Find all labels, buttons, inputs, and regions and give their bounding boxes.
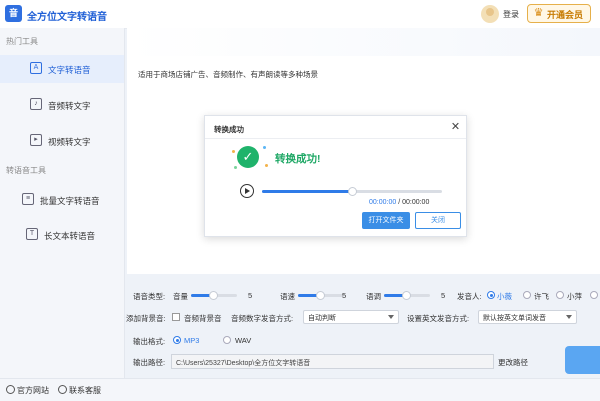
english-mode-value: 默认按英文单词发音	[483, 315, 546, 322]
usage-hint: 适用于商场店铺广告、音频制作、有声朗读等多种场景	[138, 70, 318, 79]
pitch-slider[interactable]	[384, 291, 430, 300]
section-title-tts-tools: 转语音工具	[6, 166, 46, 175]
format-label: 输出格式:	[133, 337, 166, 346]
crown-icon: ♛	[533, 7, 544, 19]
time-current: 00:00:00	[369, 199, 397, 206]
start-convert-button[interactable]	[565, 346, 600, 374]
play-icon[interactable]	[240, 184, 254, 198]
pitch-label: 语调	[366, 292, 381, 301]
voice-type-label: 语音类型:	[133, 292, 166, 301]
close-button[interactable]: 关闭	[415, 212, 461, 229]
main-header-strip	[127, 28, 600, 56]
sidebar-item-batch-tts[interactable]: ≡ 批量文字转语音	[0, 186, 124, 214]
vip-label: 开通会员	[547, 10, 584, 20]
path-label: 输出路径:	[133, 358, 166, 367]
speaker-option-label: 小薇	[497, 292, 512, 301]
digit-mode-label: 音频数字发音方式:	[231, 314, 294, 323]
conversion-success-dialog: 转换成功 ✕ ✓ 转换成功! 00:00:00 / 00:00:00 打开文件夹…	[204, 115, 467, 237]
time-total: 00:00:00	[402, 199, 430, 206]
support-icon	[58, 385, 67, 394]
home-icon	[6, 385, 15, 394]
speaker-option-label: 小萍	[567, 292, 582, 301]
pitch-slider-handle[interactable]	[402, 291, 411, 300]
long-text-icon: T	[26, 228, 38, 240]
volume-slider[interactable]	[191, 291, 237, 300]
speed-value: 5	[342, 291, 347, 300]
video-icon: ▸	[30, 134, 42, 146]
speaker-option-label: 许飞	[534, 292, 549, 301]
sidebar-item-long-text-tts[interactable]: T 长文本转语音	[0, 221, 124, 249]
text-to-speech-icon: A	[30, 62, 42, 74]
sparkle-icon	[265, 164, 268, 167]
dialog-divider	[205, 138, 466, 139]
sidebar-item-text-to-speech[interactable]: A 文字转语音	[0, 55, 124, 83]
sparkle-icon	[263, 146, 266, 149]
bgm-checkbox-label: 音频背景音	[184, 314, 222, 323]
bottom-bar: 官方网站 联系客服	[0, 378, 600, 401]
contact-support-label: 联系客服	[69, 386, 101, 395]
check-circle-icon: ✓	[237, 146, 259, 168]
audio-time: 00:00:00 / 00:00:00	[369, 199, 429, 206]
volume-slider-handle[interactable]	[209, 291, 218, 300]
digit-mode-select[interactable]: 自动判断	[303, 310, 399, 324]
change-path-link[interactable]: 更改路径	[498, 357, 528, 368]
sidebar-item-label: 音频转文字	[48, 101, 91, 111]
format-radio-wav[interactable]	[223, 336, 231, 344]
sidebar-item-label: 视频转文字	[48, 137, 91, 147]
official-website-label: 官方网站	[17, 386, 49, 395]
app-title: 全方位文字转语音	[27, 12, 107, 23]
audio-progress-bar[interactable]	[262, 187, 442, 196]
settings-panel: 语音类型: 音量 5 语速 5 语调 5 发音人: 小薇 许飞 小萍 添加背景音…	[126, 280, 600, 376]
sidebar-item-label: 长文本转语音	[44, 231, 96, 241]
contact-support-link[interactable]: 联系客服	[58, 385, 101, 396]
format-option-label: MP3	[184, 336, 200, 345]
user-avatar-icon[interactable]	[481, 5, 499, 23]
chevron-down-icon	[566, 315, 572, 319]
app-logo-icon: 音	[5, 5, 22, 22]
dialog-title: 转换成功	[214, 125, 244, 134]
sidebar-item-video-to-text[interactable]: ▸ 视频转文字	[0, 127, 124, 155]
output-path-field[interactable]: C:\Users\25327\Desktop\全方位文字转语音	[171, 354, 494, 369]
pitch-value: 5	[441, 291, 446, 300]
batch-icon: ≡	[22, 193, 34, 205]
open-folder-button[interactable]: 打开文件夹	[362, 212, 410, 229]
official-website-link[interactable]: 官方网站	[6, 385, 49, 396]
audio-progress-fill	[262, 190, 352, 193]
speaker-radio-more[interactable]	[590, 291, 598, 299]
bgm-label: 添加背景音:	[126, 314, 166, 323]
section-title-hot-tools: 热门工具	[6, 37, 38, 46]
speaker-radio-xiaoping[interactable]	[556, 291, 564, 299]
volume-label: 音量	[173, 292, 188, 301]
output-path-value: C:\Users\25327\Desktop\全方位文字转语音	[176, 360, 311, 367]
sidebar-item-label: 批量文字转语音	[40, 196, 100, 206]
sidebar-item-audio-to-text[interactable]: ♪ 音频转文字	[0, 91, 124, 119]
title-bar: 音 全方位文字转语音 登录 ♛ 开通会员	[0, 0, 600, 29]
sparkle-icon	[232, 150, 235, 153]
chevron-down-icon	[388, 315, 394, 319]
success-message: 转换成功!	[275, 153, 321, 165]
format-radio-mp3[interactable]	[173, 336, 181, 344]
bgm-checkbox[interactable]	[172, 313, 180, 321]
english-mode-label: 设置英文发音方式:	[407, 314, 470, 323]
audio-progress-handle[interactable]	[348, 187, 357, 196]
speed-slider-handle[interactable]	[316, 291, 325, 300]
vip-button[interactable]: ♛ 开通会员	[527, 4, 591, 23]
speaker-label: 发音人:	[457, 292, 482, 301]
sidebar-item-label: 文字转语音	[48, 65, 91, 75]
login-link[interactable]: 登录	[503, 9, 519, 20]
sparkle-icon	[234, 166, 237, 169]
audio-file-icon: ♪	[30, 98, 42, 110]
format-option-label: WAV	[235, 336, 252, 345]
sidebar: 热门工具 A 文字转语音 ♪ 音频转文字 ▸ 视频转文字 转语音工具 ≡ 批量文…	[0, 28, 125, 378]
speed-slider[interactable]	[298, 291, 344, 300]
speaker-radio-xiaowei[interactable]	[487, 291, 495, 299]
speaker-radio-xufei[interactable]	[523, 291, 531, 299]
volume-value: 5	[248, 291, 253, 300]
digit-mode-value: 自动判断	[308, 315, 336, 322]
close-icon[interactable]: ✕	[450, 122, 461, 133]
english-mode-select[interactable]: 默认按英文单词发音	[478, 310, 577, 324]
speed-label: 语速	[280, 292, 295, 301]
